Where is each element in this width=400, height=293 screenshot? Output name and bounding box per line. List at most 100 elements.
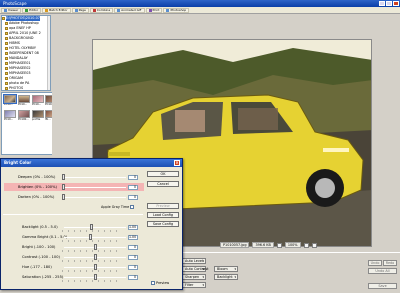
separator (3, 214, 143, 215)
deepen-row: Deepen (0% - 100%) 0 (4, 173, 144, 181)
dialog-title: Bright Color (4, 160, 32, 165)
thumbnail[interactable]: PC100... (18, 110, 30, 121)
checkbox-box[interactable] (130, 205, 135, 209)
combine-icon (92, 8, 96, 12)
sharpen-button[interactable]: Sharpen (182, 274, 206, 280)
cancel-button[interactable]: Cancel (147, 181, 179, 187)
brighten-value[interactable]: 0 (128, 184, 138, 190)
thumbnail-panel: PC10... PC10... PC10... PC10... PC10... … (1, 92, 57, 155)
ok-button[interactable]: OK (147, 171, 179, 177)
thumbnail-image (18, 110, 30, 118)
folder-icon (5, 77, 8, 80)
folder-icon (5, 22, 8, 25)
auto-contrast-button[interactable]: Auto Contrast (182, 266, 208, 272)
zoom-level: 100% (284, 242, 301, 248)
brighten-row: Brighten (0% - 100%) 0 (4, 183, 144, 191)
tab-print[interactable]: Print (145, 7, 163, 13)
preview-checkbox[interactable]: Preview (151, 281, 169, 285)
undo-all-button[interactable]: Undo All (368, 268, 397, 274)
deepen-value[interactable]: 0 (128, 174, 138, 180)
deepen-slider-knob[interactable] (62, 174, 65, 180)
fit-icon[interactable] (311, 242, 317, 248)
zoom-out-icon[interactable] (276, 242, 282, 248)
editor-icon (25, 8, 29, 12)
thumbnail-image (32, 110, 44, 118)
thumbnail[interactable]: PC10... (18, 95, 30, 106)
thumbnail[interactable]: PC10... (4, 110, 16, 121)
contrast-value[interactable]: 0 (128, 254, 138, 260)
saturation-value[interactable]: 0 (128, 274, 138, 280)
folder-tree[interactable]: E:\PHOTOS\2010-07 Adobe Photoshop apa ENEF… (1, 15, 51, 91)
deepen-track[interactable] (62, 176, 126, 178)
thumbnail-image (32, 95, 44, 103)
bloom-button[interactable]: Bloom (214, 266, 238, 272)
close-button[interactable] (393, 1, 399, 6)
darken-slider-knob[interactable] (62, 194, 65, 200)
maximize-button[interactable] (386, 1, 392, 6)
folder-icon (5, 42, 8, 45)
darken-track[interactable] (62, 196, 126, 198)
checkbox-box[interactable] (151, 281, 155, 285)
tab-photoshop[interactable]: Photoshop (163, 7, 190, 13)
gif-icon (117, 8, 121, 12)
thumbnail[interactable]: profile (32, 110, 44, 121)
status-filesize: 396.6 KB (252, 242, 274, 248)
folder-icon (5, 27, 8, 30)
preview-button[interactable]: Preview (147, 203, 179, 209)
editor-tools-panel: Auto Level Auto Contrast Sharpen Filter … (180, 252, 400, 293)
tab-combine[interactable]: Combine (89, 7, 114, 13)
thumbnail[interactable]: PC10... (3, 94, 17, 106)
status-bar: P1010057.jpg 396.6 KB 100% (220, 241, 400, 249)
folder-icon (5, 52, 8, 55)
folder-icon (5, 82, 8, 85)
thumbnail[interactable]: PC10... (32, 95, 44, 106)
brighten-label: Brighten (0% - 100%) (18, 185, 57, 189)
zoom-in-icon[interactable] (303, 242, 309, 248)
tab-page[interactable]: Page (71, 7, 89, 13)
brighten-slider-knob[interactable] (62, 184, 65, 190)
minimize-button[interactable] (379, 1, 385, 6)
folder-list: E:\PHOTOS\2010-07 Adobe Photoshop apa ENEF… (2, 16, 50, 90)
load-config-button[interactable]: Load Config (147, 212, 179, 218)
save-config-button[interactable]: Save Config (147, 221, 179, 227)
window-controls (379, 1, 399, 6)
folder-icon (5, 32, 8, 35)
slider-ticks (62, 240, 122, 242)
mode-tab-bar: Viewer Editor Batch Editor Page Combine … (0, 7, 400, 14)
dialog-close-icon[interactable]: × (174, 160, 180, 166)
brighten-track[interactable] (62, 186, 126, 188)
darken-row: Darken (0% - 100%) 0 (4, 193, 144, 201)
backlight-track[interactable] (64, 226, 126, 228)
gamma-value[interactable]: 1.00 (128, 234, 138, 240)
slider-ticks (62, 270, 122, 272)
app-window: PhotoScape Viewer Editor Batch Editor Pa… (0, 0, 400, 293)
redo-button[interactable]: Redo (383, 260, 397, 266)
folder-icon (5, 67, 8, 70)
undo-button[interactable]: Undo (368, 260, 382, 266)
darken-value[interactable]: 0 (128, 194, 138, 200)
tab-editor[interactable]: Editor (22, 7, 42, 13)
slider-ticks (62, 230, 122, 232)
thumbnail-image (18, 95, 30, 103)
hue-value[interactable]: 0 (128, 264, 138, 270)
app-title: PhotoScape (3, 1, 27, 6)
filter-button[interactable]: Filter (182, 282, 206, 288)
tab-viewer[interactable]: Viewer (1, 7, 22, 13)
status-filename: P1010057.jpg (220, 242, 250, 248)
deepen-label: Deepen (0% - 100%) (18, 175, 56, 179)
print-icon (148, 8, 152, 12)
backlight-button[interactable]: Backlight (214, 274, 238, 280)
gamma-track[interactable] (64, 236, 126, 238)
dialog-title-bar: Bright Color × (1, 159, 182, 167)
bright-value[interactable]: 0 (128, 244, 138, 250)
apply-gray-checkbox[interactable]: Apple Gray Time (101, 205, 135, 209)
save-button[interactable]: Save (368, 283, 397, 289)
tab-animated-gif[interactable]: Animated GIF (114, 7, 145, 13)
tab-batch-editor[interactable]: Batch Editor (42, 7, 71, 13)
folder-icon (5, 47, 8, 50)
folder-icon (2, 17, 5, 20)
slider-ticks (62, 280, 122, 282)
auto-level-button[interactable]: Auto Level (182, 258, 206, 264)
backlight-value[interactable]: 1.00 (128, 224, 138, 230)
tree-scrollbar[interactable] (47, 16, 50, 90)
